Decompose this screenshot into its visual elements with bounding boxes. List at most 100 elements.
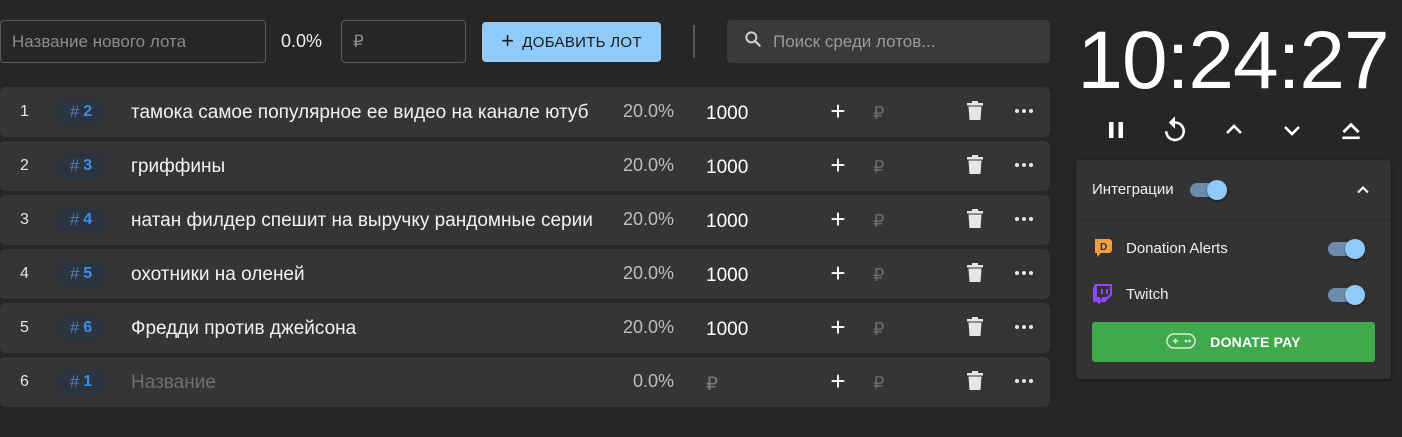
lot-name[interactable]: Фредди против джейсона — [131, 318, 597, 340]
lot-percent: 20.0% — [622, 263, 674, 283]
svg-text:D: D — [1100, 242, 1107, 253]
hash-icon: # — [69, 102, 80, 121]
lot-id: 3 — [83, 157, 93, 174]
lot-add-amount-input[interactable]: ₽ — [873, 103, 884, 124]
lot-id-badge: #4 — [56, 207, 106, 233]
timer-display: 10:24:27 — [1077, 15, 1389, 106]
add-amount-button[interactable]: + — [826, 150, 850, 180]
toggle-thumb — [1345, 285, 1365, 305]
toolbar-divider — [693, 25, 695, 58]
delete-icon[interactable] — [966, 263, 984, 288]
lot-name[interactable]: натан филдер спешит на выручку рандомные… — [131, 210, 597, 232]
delete-icon[interactable] — [966, 155, 984, 180]
lot-id-badge: #3 — [56, 153, 106, 179]
hash-icon: # — [69, 156, 80, 175]
eject-icon[interactable] — [1333, 112, 1369, 148]
lot-add-amount-input[interactable]: ₽ — [873, 373, 884, 394]
new-lot-name-input[interactable] — [0, 20, 266, 63]
lot-row: 4 #5 охотники на оленей 20.0% 1000 + ₽ — [0, 249, 1050, 299]
lot-index: 2 — [20, 157, 29, 174]
integration-twitch: Twitch — [1092, 283, 1376, 309]
search-icon — [743, 29, 763, 54]
twitch-icon — [1092, 283, 1114, 305]
lot-index: 5 — [20, 319, 29, 336]
lot-row: 1 #2 тамока самое популярное ее видео на… — [0, 87, 1050, 137]
lot-amount[interactable]: 1000 — [706, 265, 748, 287]
integrations-title: Интеграции — [1092, 181, 1174, 198]
plus-icon: + — [501, 28, 515, 53]
add-lot-button[interactable]: + ДОБАВИТЬ ЛОТ — [482, 22, 661, 62]
lot-name[interactable]: тамока самое популярное ее видео на кана… — [131, 102, 597, 124]
lot-percent: 20.0% — [622, 155, 674, 175]
lot-add-amount-input[interactable]: ₽ — [873, 211, 884, 232]
chevron-up-icon[interactable] — [1353, 180, 1373, 200]
donation-alerts-icon: D — [1092, 237, 1114, 259]
more-icon[interactable] — [1014, 263, 1034, 288]
lot-name[interactable]: гриффины — [131, 156, 597, 178]
lots-list: 1 #2 тамока самое популярное ее видео на… — [0, 87, 1050, 411]
integrations-panel: Интеграции D Donation Alerts Twitch DONA… — [1076, 160, 1391, 379]
lot-id-badge: #6 — [56, 315, 106, 341]
lot-index: 6 — [20, 373, 29, 390]
lot-id: 2 — [83, 103, 93, 120]
delete-icon[interactable] — [966, 209, 984, 234]
lot-percent: 20.0% — [622, 317, 674, 337]
new-lot-amount-input[interactable] — [341, 20, 466, 63]
hash-icon: # — [69, 210, 80, 229]
more-icon[interactable] — [1014, 371, 1034, 396]
lot-id: 4 — [83, 211, 93, 228]
add-amount-button[interactable]: + — [826, 204, 850, 234]
search-box[interactable] — [727, 20, 1050, 63]
integrations-header[interactable]: Интеграции — [1076, 160, 1391, 221]
lot-amount[interactable]: 1000 — [706, 211, 748, 233]
lot-row: 6 #1 Название 0.0% ₽ + ₽ — [0, 357, 1050, 407]
donatepay-button[interactable]: DONATE PAY — [1092, 322, 1375, 362]
delete-icon[interactable] — [966, 317, 984, 342]
lot-amount[interactable]: 1000 — [706, 319, 748, 341]
restart-icon[interactable] — [1157, 112, 1193, 148]
lot-index: 1 — [20, 103, 29, 120]
hash-icon: # — [69, 372, 80, 391]
lot-amount[interactable]: 1000 — [706, 103, 748, 125]
lot-id: 5 — [83, 265, 93, 282]
lot-percent: 20.0% — [622, 101, 674, 121]
donation-alerts-toggle[interactable] — [1328, 239, 1366, 259]
add-amount-button[interactable]: + — [826, 258, 850, 288]
lot-add-amount-input[interactable]: ₽ — [873, 157, 884, 178]
lot-name[interactable]: охотники на оленей — [131, 264, 597, 286]
donatepay-label: DONATE PAY — [1210, 334, 1301, 350]
toggle-thumb — [1345, 239, 1365, 259]
lot-add-amount-input[interactable]: ₽ — [873, 265, 884, 286]
chevron-down-icon[interactable] — [1274, 112, 1310, 148]
add-amount-button[interactable]: + — [826, 312, 850, 342]
lot-amount-placeholder[interactable]: ₽ — [706, 373, 718, 396]
add-amount-button[interactable]: + — [826, 366, 850, 396]
lot-amount[interactable]: 1000 — [706, 157, 748, 179]
more-icon[interactable] — [1014, 155, 1034, 180]
lot-row: 5 #6 Фредди против джейсона 20.0% 1000 +… — [0, 303, 1050, 353]
lot-add-amount-input[interactable]: ₽ — [873, 319, 884, 340]
twitch-toggle[interactable] — [1328, 285, 1366, 305]
toolbar: 0.0% + ДОБАВИТЬ ЛОТ — [0, 20, 1052, 64]
new-lot-percent: 0.0% — [281, 31, 323, 51]
delete-icon[interactable] — [966, 371, 984, 396]
lot-percent: 0.0% — [632, 371, 674, 391]
lot-id-badge: #2 — [56, 99, 106, 125]
lot-name-placeholder[interactable]: Название — [131, 372, 597, 394]
pause-icon[interactable] — [1098, 112, 1134, 148]
delete-icon[interactable] — [966, 101, 984, 126]
integrations-toggle[interactable] — [1190, 180, 1228, 200]
lot-row: 3 #4 натан филдер спешит на выручку ранд… — [0, 195, 1050, 245]
hash-icon: # — [69, 264, 80, 283]
add-amount-button[interactable]: + — [826, 96, 850, 126]
lot-index: 4 — [20, 265, 29, 282]
lot-id: 6 — [83, 319, 93, 336]
more-icon[interactable] — [1014, 317, 1034, 342]
chevron-up-icon[interactable] — [1216, 112, 1252, 148]
lot-id-badge: #1 — [56, 369, 106, 395]
integration-donation-alerts: D Donation Alerts — [1092, 237, 1376, 263]
more-icon[interactable] — [1014, 101, 1034, 126]
more-icon[interactable] — [1014, 209, 1034, 234]
search-input[interactable] — [773, 31, 1043, 52]
timer-controls — [1096, 112, 1378, 148]
